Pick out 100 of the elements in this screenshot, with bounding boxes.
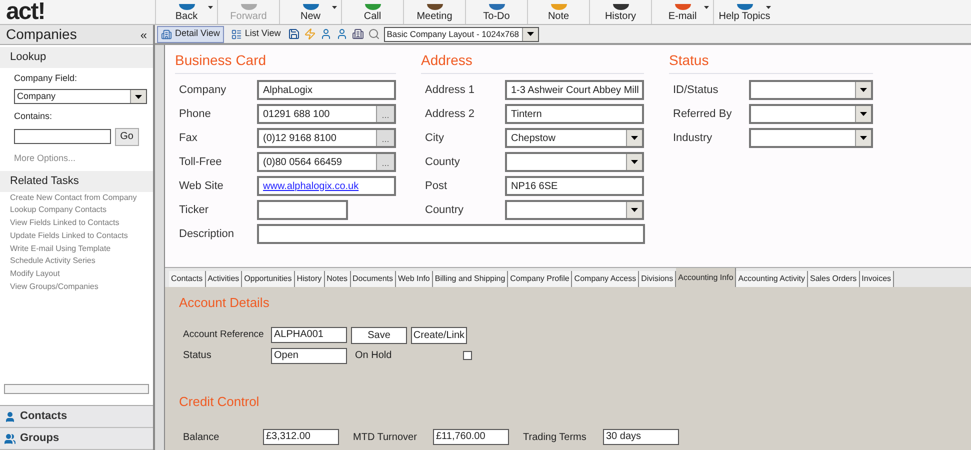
field-label: On Hold — [355, 349, 393, 363]
dropdown-button[interactable] — [522, 28, 538, 40]
dropdown-field[interactable] — [505, 152, 644, 172]
text-field[interactable]: £11,760.00 — [433, 429, 509, 445]
phone-number: (0)80 0564 66459 — [263, 156, 343, 170]
task-link[interactable]: Lookup Company Contacts — [10, 204, 143, 218]
task-link[interactable]: Schedule Activity Series — [10, 255, 143, 268]
tab[interactable]: Company Profile — [508, 271, 572, 287]
text-field[interactable]: 30 days — [603, 429, 679, 445]
text-field[interactable]: AlphaLogix — [257, 80, 396, 100]
task-link[interactable]: Create New Contact from Company — [10, 192, 143, 204]
dropdown-field[interactable] — [749, 128, 873, 148]
field-label: Trading Terms — [523, 430, 588, 444]
phone-field[interactable]: (0)80 0564 66459 ... — [257, 152, 396, 172]
text-field[interactable]: ALPHA001 — [271, 327, 347, 343]
toolbar-icon — [674, 4, 690, 10]
view-tab[interactable]: List View — [228, 26, 284, 42]
field-label: Status — [183, 349, 212, 363]
tab[interactable]: Activities — [206, 271, 242, 287]
toolbar-button[interactable]: Meeting — [403, 0, 465, 24]
checkbox[interactable] — [463, 351, 472, 360]
tab[interactable]: Documents — [350, 271, 396, 287]
nav-bar-item[interactable]: Groups — [0, 428, 153, 450]
tab[interactable]: Accounting Info — [676, 268, 736, 287]
task-link[interactable]: Update Fields Linked to Contacts — [10, 230, 143, 243]
tab[interactable]: Notes — [324, 271, 351, 287]
field-label: Referred By — [672, 106, 733, 122]
more-button[interactable]: ... — [376, 130, 394, 146]
url-field[interactable]: www.alphalogix.co.uk — [257, 176, 396, 196]
dropdown-button[interactable] — [130, 90, 146, 103]
field-label: Ticker — [178, 202, 210, 218]
person-icon — [336, 28, 348, 40]
field-label: Balance — [183, 430, 220, 444]
nav-bar-item[interactable]: Contacts — [0, 406, 153, 428]
text-field[interactable]: 1-3 Ashweir Court Abbey Mill — [505, 80, 644, 100]
description-field[interactable] — [257, 224, 645, 244]
logo: act! — [6, 0, 45, 24]
splitter-bar[interactable] — [155, 45, 165, 450]
toolbar-button[interactable]: To-Do — [465, 0, 527, 24]
tab[interactable]: Company Access — [572, 271, 640, 287]
dropdown-field[interactable] — [749, 80, 873, 100]
save-button[interactable]: Save — [351, 326, 407, 344]
tab[interactable]: History — [294, 271, 325, 287]
create-link-button[interactable]: Create/Link — [411, 326, 467, 344]
task-link[interactable]: View Fields Linked to Contacts — [10, 217, 143, 230]
tab[interactable]: Invoices — [860, 271, 894, 287]
section-title: Address — [421, 51, 474, 69]
tab[interactable]: Contacts — [169, 271, 206, 287]
collapse-button[interactable]: « — [140, 26, 147, 44]
caret-icon — [526, 32, 534, 36]
dropdown-field[interactable] — [505, 200, 644, 220]
text-field[interactable]: Tintern — [505, 104, 644, 124]
caret-icon — [631, 160, 638, 164]
view-tab[interactable]: Detail View — [157, 26, 224, 42]
toolbar-icon — [240, 4, 256, 10]
text-field[interactable]: NP16 6SE — [505, 176, 644, 196]
list-icon — [230, 28, 242, 40]
layout-dropdown[interactable]: Basic Company Layout - 1024x768 — [384, 26, 539, 42]
more-button[interactable]: ... — [376, 106, 394, 122]
go-button[interactable]: Go — [114, 128, 139, 146]
phone-field[interactable]: 01291 688 100 ... — [257, 104, 396, 124]
tab[interactable]: Web Info — [396, 271, 433, 287]
toolbar-button[interactable]: Call — [341, 0, 403, 24]
dropdown-button[interactable] — [626, 130, 642, 146]
task-link[interactable]: Modify Layout — [10, 268, 143, 282]
more-options-link[interactable]: More Options... — [14, 152, 139, 165]
more-button[interactable]: ... — [376, 154, 394, 170]
text-field[interactable] — [257, 200, 348, 220]
phone-field[interactable]: (0)12 9168 8100 ... — [257, 128, 396, 148]
toolbar-button[interactable]: Help Topics — [713, 0, 775, 24]
lightning-icon — [304, 28, 316, 40]
task-link[interactable]: View Groups/Companies — [10, 281, 143, 294]
dropdown-button[interactable] — [855, 82, 871, 98]
scrollbar[interactable] — [4, 384, 149, 394]
website-link[interactable]: www.alphalogix.co.uk — [263, 178, 359, 194]
toolbar-button[interactable]: E-mail — [651, 0, 713, 24]
text-field[interactable]: £3,312.00 — [263, 429, 339, 445]
text-field[interactable]: Open — [271, 348, 347, 364]
field-value: Chepstow — [511, 132, 556, 146]
dropdown-button[interactable] — [626, 154, 642, 170]
field-label: Address 2 — [424, 106, 476, 122]
tab[interactable]: Sales Orders — [808, 271, 860, 287]
tab[interactable]: Divisions — [639, 271, 676, 287]
dropdown-field[interactable]: Chepstow — [505, 128, 644, 148]
task-link[interactable]: Write E-mail Using Template — [10, 242, 143, 256]
toolbar-button[interactable]: New — [279, 0, 341, 24]
caret-icon — [860, 88, 867, 92]
dropdown-button[interactable] — [855, 106, 871, 122]
toolbar-button[interactable]: History — [589, 0, 651, 24]
toolbar-button[interactable]: Back — [155, 0, 217, 24]
toolbar-button[interactable]: Note — [527, 0, 589, 24]
search-field[interactable] — [14, 129, 111, 144]
toolbar-icon — [612, 4, 628, 10]
dropdown-field[interactable]: Company — [14, 89, 147, 104]
tab[interactable]: Accounting Activity — [736, 271, 808, 287]
tab[interactable]: Billing and Shipping — [432, 271, 508, 287]
tab[interactable]: Opportunities — [242, 271, 295, 287]
dropdown-field[interactable] — [749, 104, 873, 124]
dropdown-button[interactable] — [855, 130, 871, 146]
dropdown-button[interactable] — [626, 202, 642, 218]
